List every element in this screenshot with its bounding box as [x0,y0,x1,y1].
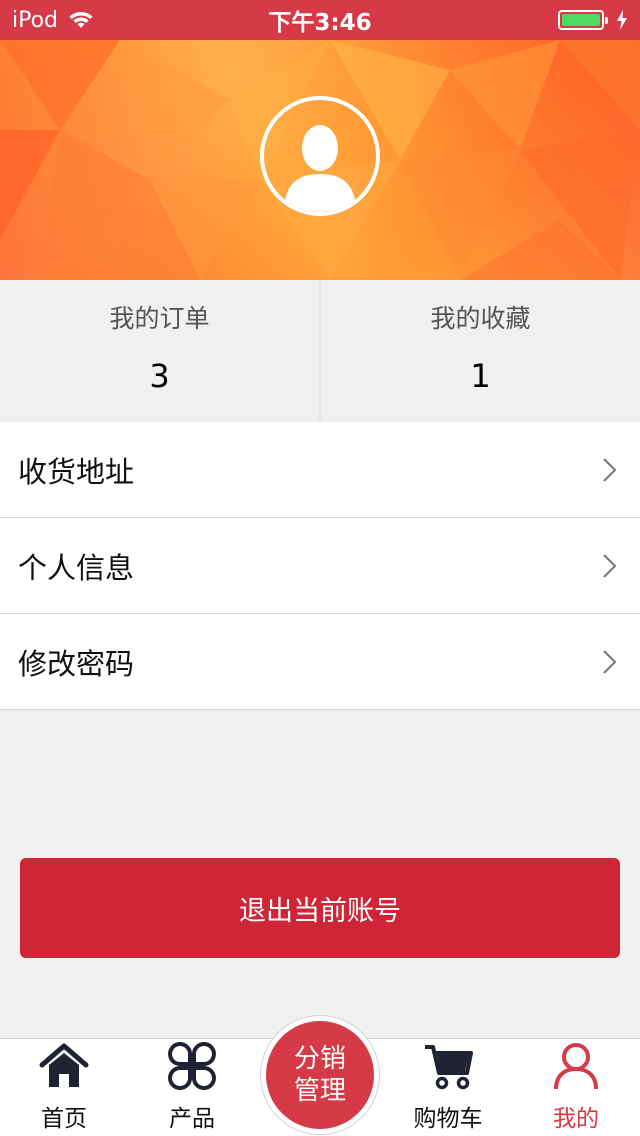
tab-products[interactable]: 产品 [132,1039,252,1136]
shopping-cart-icon [425,1045,473,1090]
status-bar: iPod 下午3:46 [0,0,640,40]
tab-home[interactable]: 首页 [4,1039,124,1136]
avatar[interactable] [260,96,380,216]
products-grid-icon [168,1042,216,1090]
menu-item-label: 修改密码 [18,646,135,681]
menu-item-label: 个人信息 [18,550,135,585]
stat-label: 我的收藏 [430,304,531,333]
menu-item-label: 收货地址 [18,454,135,489]
tab-mine[interactable]: 我的 [516,1039,636,1136]
stats-row: 我的订单 3 我的收藏 1 [0,280,640,422]
tab-label: 首页 [41,1106,87,1132]
tab-label: 产品 [169,1106,215,1132]
tab-label: 购物车 [413,1106,483,1132]
user-silhouette-icon [284,125,356,212]
carrier-label: iPod [12,7,59,33]
profile-banner [0,40,640,280]
menu-list: 收货地址 个人信息 修改密码 [0,422,640,710]
menu-item-address[interactable]: 收货地址 [0,422,640,518]
charging-bolt-icon [617,10,627,30]
home-icon [39,1043,89,1087]
stat-label: 我的订单 [109,304,210,333]
status-right [558,10,628,30]
menu-item-password[interactable]: 修改密码 [0,614,640,710]
status-time: 下午3:46 [268,10,372,36]
tab-cart[interactable]: 购物车 [388,1039,508,1136]
stat-value: 3 [149,357,170,395]
stat-orders[interactable]: 我的订单 3 [0,280,319,422]
distribution-management-button[interactable]: 分销 管理 [260,1015,380,1135]
logout-button[interactable]: 退出当前账号 [20,858,620,958]
stat-value: 1 [470,357,491,395]
stat-favorites[interactable]: 我的收藏 1 [321,280,640,422]
chevron-right-icon [603,553,617,578]
user-icon [554,1043,598,1090]
center-label-line2: 管理 [293,1076,346,1106]
tab-bar: 首页 产品 分销 管理 购物车 我的 [0,1015,640,1136]
status-left: iPod [12,8,94,33]
tab-label: 我的 [553,1106,599,1132]
menu-item-profile[interactable]: 个人信息 [0,518,640,614]
battery-fill [562,14,600,26]
chevron-right-icon [603,649,617,674]
battery-icon [558,10,608,30]
wifi-icon [69,12,93,28]
center-label-line1: 分销 [293,1044,346,1074]
distribution-management-inner: 分销 管理 [266,1021,374,1129]
chevron-right-icon [603,457,617,482]
